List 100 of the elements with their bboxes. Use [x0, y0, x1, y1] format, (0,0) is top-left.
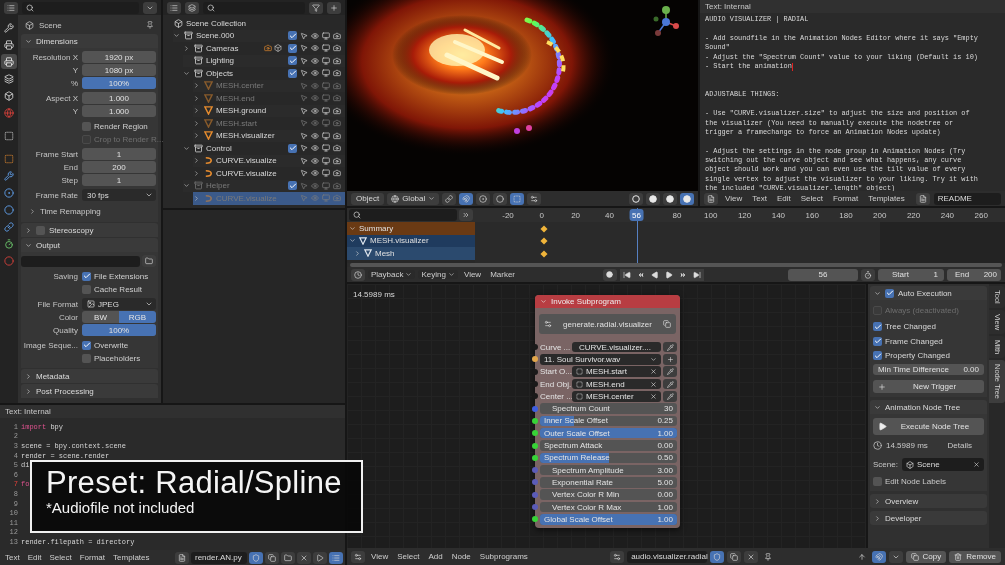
tree-item-label[interactable]: CURVE.visualize [216, 168, 277, 178]
number-field[interactable]: Min Time Difference 0.00 [873, 364, 984, 375]
start-frame-field[interactable]: Start 1 [878, 268, 944, 281]
field-label: Resolution X [31, 52, 78, 62]
panel-header[interactable]: Overview [870, 494, 987, 508]
menu-item[interactable]: Templates [865, 194, 908, 203]
subprogram-button[interactable]: generate.radial.visualizer [539, 314, 676, 334]
field-label: Saving [52, 271, 78, 281]
panel-title: Metadata [36, 371, 70, 381]
mode-dropdown[interactable]: Object [351, 192, 385, 205]
number-field[interactable]: 1.000 [82, 105, 156, 117]
file-name-field[interactable]: render.AN.py [191, 551, 247, 564]
tree-item-label[interactable]: Scene Collection [186, 18, 247, 28]
number-field[interactable]: Exponential Rate 5.00 [540, 477, 677, 488]
menu-item[interactable]: View [460, 270, 485, 279]
field-label: Y [71, 106, 78, 116]
menu-item[interactable]: View [722, 194, 746, 203]
channel-label: Mesh [375, 248, 395, 258]
menu-item[interactable]: Select [797, 194, 826, 203]
number-field[interactable]: 1 [82, 174, 156, 186]
menu-item[interactable]: Edit [773, 194, 794, 203]
number-field[interactable]: Vertex Color R Min 0.00 [540, 489, 677, 500]
menu-item[interactable]: Subprograms [476, 552, 531, 561]
menu-item[interactable]: Text [749, 194, 770, 203]
slider[interactable]: Global Scale Offset 1.00 [540, 514, 677, 525]
toggle-option[interactable]: BW [82, 311, 119, 323]
editor-title: Text: Internal [5, 407, 51, 416]
panel-header[interactable]: Output [21, 238, 158, 252]
end-frame-field[interactable]: End 200 [947, 268, 1001, 281]
tree-item-label[interactable]: Objects [206, 68, 234, 78]
tree-item-label[interactable]: Control [206, 143, 232, 153]
panel-header[interactable]: Stereoscopy [21, 223, 158, 237]
checkbox-label: Tree Changed [885, 322, 936, 332]
copy-button[interactable]: Copy [905, 550, 947, 563]
dropdown[interactable]: JPEG [82, 298, 156, 310]
object-field[interactable]: MESH.start [572, 366, 661, 377]
menu-item[interactable]: Add [425, 552, 446, 561]
menu-item[interactable]: Node [448, 552, 474, 561]
slider[interactable]: 100% [82, 324, 156, 336]
frame-tick: 100 [704, 211, 718, 220]
tree-item-label[interactable]: MESH.visualizer [216, 131, 275, 141]
panel-header[interactable]: Post Processing [21, 384, 158, 398]
menu-item[interactable]: Playback [368, 270, 416, 279]
menu-item[interactable]: View [368, 552, 392, 561]
menu-item[interactable]: Templates [110, 553, 153, 562]
menu-item[interactable]: Marker [487, 270, 519, 279]
menu-item[interactable]: Select [46, 553, 75, 562]
timing-label: 14.5989 ms [886, 440, 928, 450]
orientation-dropdown[interactable]: Global [387, 192, 440, 205]
panel-header[interactable]: Animation Node Tree [870, 400, 987, 414]
new-trigger-button[interactable]: New Trigger [873, 380, 984, 393]
menu-item[interactable]: Format [829, 194, 862, 203]
panel-header[interactable]: Dimensions [21, 34, 158, 48]
menu-item[interactable]: Select [394, 552, 423, 561]
slider[interactable]: 100% [82, 77, 156, 89]
number-field[interactable]: Spectrum Count 30 [540, 403, 677, 414]
frame-field[interactable]: 56 [788, 268, 858, 281]
tree-item-label[interactable]: CURVE.visualize [216, 156, 277, 166]
menu-item[interactable]: Format [76, 553, 109, 562]
panel-header[interactable]: Developer [870, 511, 987, 525]
caption-title: Preset: Radial/Spline [46, 466, 343, 500]
tree-item-label[interactable]: Lighting [206, 56, 235, 66]
tree-item-label[interactable]: Cameras [206, 43, 239, 53]
checkbox-label: File Extensions [94, 271, 149, 281]
panel-title: Overview [885, 496, 919, 506]
file-name-field[interactable]: README [933, 192, 1001, 205]
channel-row[interactable]: Mesh [347, 247, 475, 260]
tree-item-label[interactable]: MESH.ground [216, 106, 267, 116]
toggle-option[interactable]: RGB [119, 311, 156, 323]
details-link[interactable]: Details [947, 440, 972, 450]
number-field[interactable]: 1920 px [82, 51, 156, 63]
sound-dropdown[interactable]: 11. Soul Survivor.wav [540, 354, 661, 365]
object-field[interactable]: CURVE.visualizer.... [572, 341, 661, 353]
remove-button[interactable]: Remove [949, 550, 1001, 563]
tree-item-label[interactable]: Scene.000 [196, 31, 235, 41]
number-field[interactable]: Spectrum Amplitude 3.00 [540, 464, 677, 476]
menu-item[interactable]: Edit [24, 553, 45, 562]
number-field[interactable]: 1.000 [82, 92, 156, 104]
slider[interactable]: Spectrum Release 0.50 [540, 452, 677, 464]
current-frame-badge[interactable]: 56 [629, 209, 644, 221]
number-field[interactable]: Vertex Color R Max 1.00 [540, 501, 677, 513]
scene-field[interactable]: Scene [901, 458, 984, 471]
number-field[interactable]: 200 [82, 161, 156, 173]
slider[interactable]: Outer Scale Offset 1.00 [540, 427, 677, 439]
channel-row[interactable]: Summary [347, 222, 475, 235]
number-field[interactable]: 1080 px [82, 64, 156, 76]
object-field[interactable]: MESH.end [572, 378, 661, 390]
dropdown[interactable]: 30 fps [82, 189, 156, 201]
panel-header[interactable]: Auto Execution [870, 286, 987, 300]
menu-item[interactable]: Text [2, 553, 23, 562]
number-field[interactable]: 1 [82, 148, 156, 160]
node-tree-field[interactable]: audio.visualizer.radial [627, 550, 708, 563]
subpanel-title[interactable]: Time Remapping [40, 206, 101, 216]
menu-item[interactable]: Keying [418, 270, 458, 279]
frame-tick: 140 [771, 211, 786, 220]
slider[interactable]: Spectrum Attack 0.00 [540, 440, 677, 451]
object-field[interactable]: MESH.center [572, 391, 661, 402]
frame-tick: 120 [737, 211, 752, 220]
execute-button[interactable]: Execute Node Tree [873, 418, 984, 435]
panel-header[interactable]: Metadata [21, 369, 158, 383]
